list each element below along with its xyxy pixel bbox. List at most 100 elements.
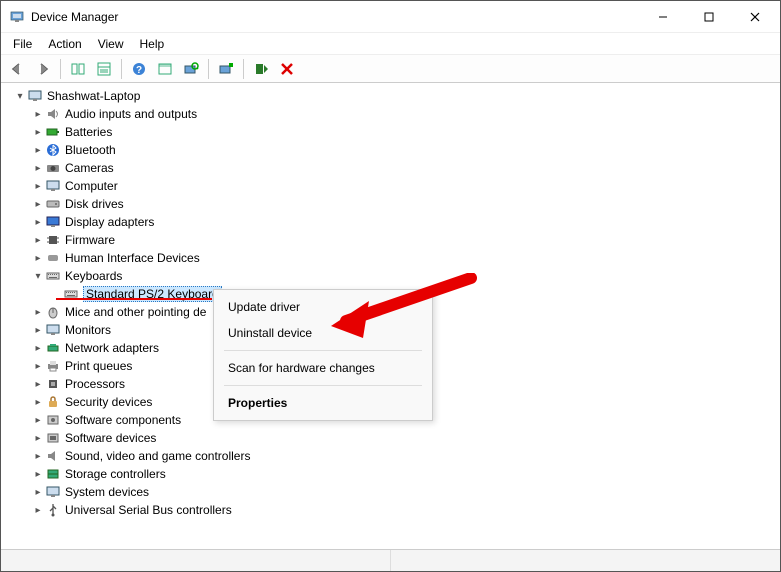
speaker-icon <box>45 106 61 122</box>
monitor-icon <box>45 322 61 338</box>
chevron-right-icon[interactable]: ▸ <box>31 361 45 372</box>
minimize-button[interactable] <box>640 2 686 32</box>
toolbar-separator <box>121 59 122 79</box>
help-button[interactable]: ? <box>127 57 151 81</box>
tree-item-label: Computer <box>65 179 118 193</box>
tree-item-usb[interactable]: ▸ Universal Serial Bus controllers <box>29 501 770 519</box>
hid-icon <box>45 250 61 266</box>
tree-item-firmware[interactable]: ▸Firmware <box>29 231 770 249</box>
tree-item-sound[interactable]: ▸ Sound, video and game controllers <box>29 447 770 465</box>
tree-item-label: Display adapters <box>65 215 154 229</box>
forward-button[interactable] <box>31 57 55 81</box>
update-driver-button[interactable] <box>249 57 273 81</box>
display-icon <box>45 214 61 230</box>
lock-icon <box>45 394 61 410</box>
chevron-right-icon[interactable]: ▸ <box>31 307 45 318</box>
ctx-separator <box>224 385 422 386</box>
ctx-separator <box>224 350 422 351</box>
add-legacy-button[interactable] <box>214 57 238 81</box>
tree-item-label: Disk drives <box>65 197 124 211</box>
annotation-underline <box>56 298 212 300</box>
tree-item-label: Human Interface Devices <box>65 251 200 265</box>
menu-view[interactable]: View <box>90 35 132 53</box>
storage-icon <box>45 466 61 482</box>
chevron-right-icon[interactable]: ▸ <box>31 199 45 210</box>
tree-item-keyboards[interactable]: ▾Keyboards <box>29 267 770 285</box>
toolbar-separator <box>60 59 61 79</box>
tree-root[interactable]: ▾ Shashwat-Laptop <box>11 87 770 105</box>
tree-item-storage[interactable]: ▸Storage controllers <box>29 465 770 483</box>
tree-item-bluetooth[interactable]: ▸Bluetooth <box>29 141 770 159</box>
chevron-right-icon[interactable]: ▸ <box>31 109 45 120</box>
chevron-right-icon[interactable]: ▸ <box>31 487 45 498</box>
ctx-scan-hardware[interactable]: Scan for hardware changes <box>214 355 432 381</box>
chevron-right-icon[interactable]: ▸ <box>31 433 45 444</box>
chevron-right-icon[interactable]: ▸ <box>31 415 45 426</box>
toolbar-separator <box>243 59 244 79</box>
tree-item-batteries[interactable]: ▸Batteries <box>29 123 770 141</box>
scan-hardware-button[interactable] <box>179 57 203 81</box>
chevron-down-icon[interactable]: ▾ <box>13 91 27 102</box>
chevron-right-icon[interactable]: ▸ <box>31 397 45 408</box>
component-icon <box>45 412 61 428</box>
chevron-right-icon[interactable]: ▸ <box>31 253 45 264</box>
chevron-right-icon[interactable]: ▸ <box>31 451 45 462</box>
back-button[interactable] <box>5 57 29 81</box>
usb-icon <box>45 502 61 518</box>
computer-icon <box>27 88 43 104</box>
chevron-right-icon[interactable]: ▸ <box>31 127 45 138</box>
bluetooth-icon <box>45 142 61 158</box>
chevron-right-icon[interactable]: ▸ <box>31 217 45 228</box>
tree-item-label: Processors <box>65 377 125 391</box>
toolbar-separator <box>208 59 209 79</box>
ctx-properties[interactable]: Properties <box>214 390 432 416</box>
tree-item-display[interactable]: ▸ Display adapters <box>29 213 770 231</box>
chevron-right-icon[interactable]: ▸ <box>31 163 45 174</box>
maximize-button[interactable] <box>686 2 732 32</box>
tree-item-label: Security devices <box>65 395 152 409</box>
properties-button[interactable] <box>92 57 116 81</box>
tree-item-label: System devices <box>65 485 149 499</box>
titlebar: Device Manager <box>1 1 780 33</box>
tree-item-label: Sound, video and game controllers <box>65 449 250 463</box>
status-cell <box>1 550 391 571</box>
device-tree-pane[interactable]: ▾ Shashwat-Laptop ▸Audio inputs and outp… <box>1 83 780 549</box>
menu-file[interactable]: File <box>5 35 40 53</box>
battery-icon <box>45 124 61 140</box>
chevron-right-icon[interactable]: ▸ <box>31 181 45 192</box>
ctx-uninstall-device[interactable]: Uninstall device <box>214 320 432 346</box>
tree-item-system[interactable]: ▸ System devices <box>29 483 770 501</box>
show-hide-tree-button[interactable] <box>66 57 90 81</box>
uninstall-button[interactable] <box>275 57 299 81</box>
chevron-down-icon[interactable]: ▾ <box>31 271 45 282</box>
camera-icon <box>45 160 61 176</box>
tree-item-label: Universal Serial Bus controllers <box>65 503 232 517</box>
tree-item-computer[interactable]: ▸ Computer <box>29 177 770 195</box>
menu-action[interactable]: Action <box>40 35 89 53</box>
chevron-right-icon[interactable]: ▸ <box>31 235 45 246</box>
tree-item-audio[interactable]: ▸Audio inputs and outputs <box>29 105 770 123</box>
chevron-right-icon[interactable]: ▸ <box>31 343 45 354</box>
app-icon <box>9 9 25 25</box>
tree-item-disk[interactable]: ▸ Disk drives <box>29 195 770 213</box>
tree-item-swdevices[interactable]: ▸Software devices <box>29 429 770 447</box>
tree-item-label: Mice and other pointing de <box>65 305 206 319</box>
svg-text:?: ? <box>136 65 142 76</box>
chevron-right-icon[interactable]: ▸ <box>31 505 45 516</box>
chevron-right-icon[interactable]: ▸ <box>31 469 45 480</box>
close-button[interactable] <box>732 2 778 32</box>
computer-icon <box>45 178 61 194</box>
chip-icon <box>45 232 61 248</box>
action-grid-button[interactable] <box>153 57 177 81</box>
speaker-icon <box>45 448 61 464</box>
menu-help[interactable]: Help <box>132 35 173 53</box>
chevron-right-icon[interactable]: ▸ <box>31 145 45 156</box>
chevron-right-icon[interactable]: ▸ <box>31 379 45 390</box>
ctx-update-driver[interactable]: Update driver <box>214 294 432 320</box>
chevron-right-icon[interactable]: ▸ <box>31 325 45 336</box>
keyboard-icon <box>45 268 61 284</box>
printer-icon <box>45 358 61 374</box>
tree-item-cameras[interactable]: ▸Cameras <box>29 159 770 177</box>
tree-item-hid[interactable]: ▸ Human Interface Devices <box>29 249 770 267</box>
mouse-icon <box>45 304 61 320</box>
